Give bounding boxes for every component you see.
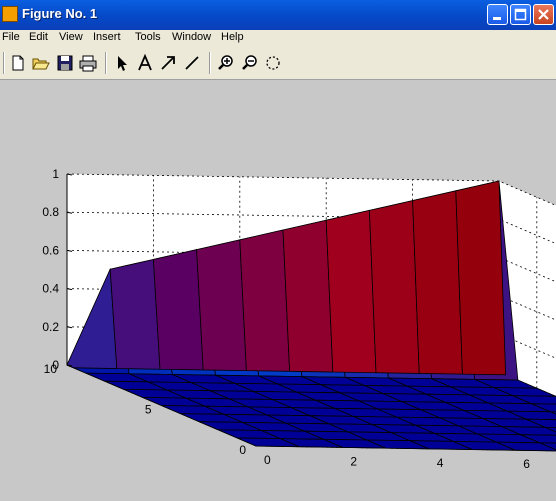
- ridge-face: [456, 181, 506, 375]
- ridge-face: [283, 220, 333, 372]
- x-tick-label: 4: [437, 456, 444, 470]
- insert-arrow-icon[interactable]: [158, 53, 178, 73]
- menu-insert[interactable]: Insert: [93, 31, 121, 43]
- figure-canvas[interactable]: 00.20.40.60.8110500246810: [0, 81, 556, 496]
- minimize-button[interactable]: [487, 4, 508, 25]
- y-tick-label: 10: [44, 362, 58, 376]
- insert-line-icon[interactable]: [182, 53, 202, 73]
- ridge-face: [197, 240, 247, 371]
- zoom-in-icon[interactable]: [216, 53, 236, 73]
- ridge-face: [153, 250, 203, 370]
- toolbar-separator: [209, 52, 211, 74]
- z-tick-label: 0.6: [42, 243, 59, 257]
- z-tick-label: 0.8: [42, 205, 59, 219]
- x-tick-label: 6: [523, 457, 530, 471]
- menu-bar: File Edit View Insert Tools Window Help: [0, 30, 556, 46]
- menu-window[interactable]: Window: [172, 31, 211, 43]
- close-button[interactable]: [533, 4, 554, 25]
- rotate-3d-icon[interactable]: [263, 53, 283, 73]
- figure-toolbar: [0, 46, 556, 80]
- print-icon[interactable]: [78, 53, 98, 73]
- x-tick-label: 2: [350, 454, 357, 468]
- z-tick-label: 0.4: [42, 282, 59, 296]
- menu-help[interactable]: Help: [221, 31, 244, 43]
- maximize-icon: [511, 5, 530, 24]
- ridge-face: [326, 210, 376, 372]
- ridge-face: [240, 230, 290, 371]
- y-tick-label: 0: [239, 443, 246, 457]
- ridge-face: [110, 259, 160, 369]
- z-tick-label: 0.2: [42, 320, 59, 334]
- matlab-figure-icon: [2, 6, 18, 22]
- zoom-out-icon[interactable]: [240, 53, 260, 73]
- z-tick-label: 1: [52, 167, 59, 181]
- new-figure-icon[interactable]: [8, 53, 28, 73]
- ridge-face: [369, 201, 419, 374]
- close-icon: [534, 5, 553, 24]
- select-arrow-icon[interactable]: [112, 53, 132, 73]
- maximize-button[interactable]: [510, 4, 531, 25]
- window-title: Figure No. 1: [22, 6, 97, 21]
- save-icon[interactable]: [55, 53, 75, 73]
- y-tick-label: 5: [145, 403, 152, 417]
- ridge-face: [413, 191, 463, 374]
- toolbar-separator: [105, 52, 107, 74]
- open-folder-icon[interactable]: [31, 53, 51, 73]
- menu-file[interactable]: File: [2, 31, 20, 43]
- surface-plot[interactable]: 00.20.40.60.8110500246810: [0, 81, 556, 496]
- menu-edit[interactable]: Edit: [29, 31, 48, 43]
- toolbar-separator: [3, 52, 5, 74]
- minimize-icon: [488, 5, 507, 24]
- insert-text-icon[interactable]: [135, 53, 155, 73]
- menu-view[interactable]: View: [59, 31, 83, 43]
- menu-tools[interactable]: Tools: [135, 31, 161, 43]
- x-tick-label: 0: [264, 453, 271, 467]
- title-bar[interactable]: Figure No. 1: [0, 0, 556, 30]
